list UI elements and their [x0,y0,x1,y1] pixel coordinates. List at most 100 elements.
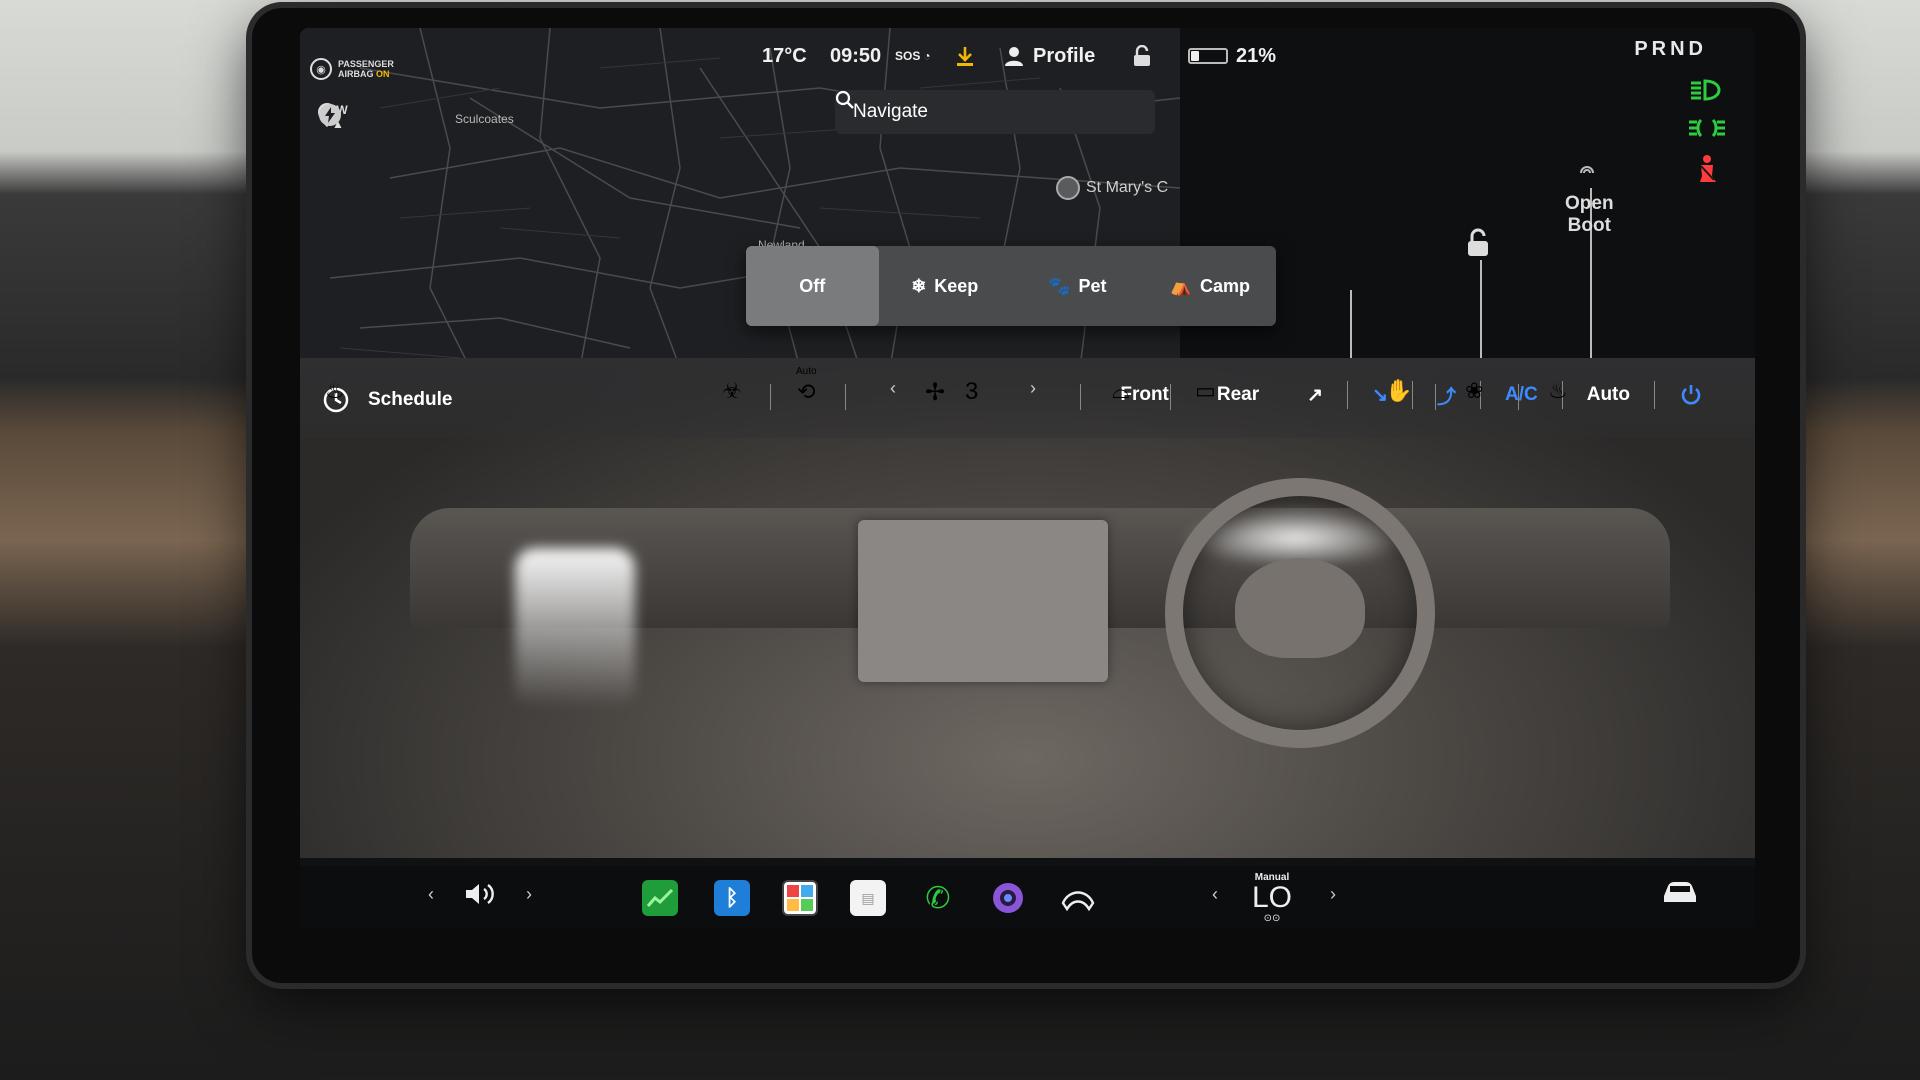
volume-decrease-button[interactable]: ‹ [428,884,434,905]
download-icon[interactable] [955,42,975,70]
mode-keep[interactable]: ❄ Keep [879,246,1012,326]
gear-selector[interactable]: PRND [1634,38,1707,61]
schedule-label: Schedule [368,389,453,410]
separator [845,384,846,410]
passenger-airbag-indicator: ◉ PASSENGER AIRBAG ON [310,58,394,80]
recirculation-button[interactable]: Auto ⟲ [796,366,817,405]
steering-heater-icon: ✋ [1385,378,1413,403]
auto-label: Auto [1586,384,1630,405]
center-display-render [858,520,1108,682]
passenger-temp-decrease-button[interactable]: ‹ [1212,884,1218,905]
signal-icon: ◔ [923,49,931,63]
profile-label: Profile [1033,44,1096,67]
wireless-key-icon [1577,163,1597,188]
wiper-heater-button[interactable]: ❀ [1465,378,1483,404]
camera-icon[interactable] [990,880,1026,916]
mode-camp[interactable]: ⛺ Camp [1144,246,1277,326]
sos-indicator: SOS ◔ [895,42,931,70]
headlights-icon [1691,79,1721,101]
seat-heater-icon: ♨ [1548,378,1568,403]
rear-defrost-icon: ▭ [1195,378,1216,403]
climate-power-button[interactable] [1655,378,1727,412]
recirc-auto-label: Auto [796,366,817,377]
frunk-line [1350,290,1352,360]
keep-climate-icon: ❄ [911,275,927,296]
battery-indicator: 21% [1188,42,1276,70]
toybox-icon[interactable] [782,880,818,916]
steering-heater-button[interactable]: ✋ [1385,378,1412,404]
fan-speed-value: 3 [965,378,979,405]
seat-heater-icon: ♨ [325,378,345,403]
search-icon [835,90,854,109]
climate-panel: Schedule Front Rear ↗ ↘ ⤴ A/C Auto ♨ ☣ A… [300,358,1755,858]
rear-label: Rear [1216,384,1260,405]
steering-wheel-hub [1235,558,1365,658]
person-icon [1005,47,1023,66]
mode-off[interactable]: Off [746,246,879,326]
passenger-airflow[interactable] [515,548,635,708]
energy-app-icon[interactable] [642,880,678,916]
passenger-temp-value: LO [1252,881,1293,914]
passenger-temp-increase-button[interactable]: › [1330,884,1336,905]
volume-icon[interactable] [464,880,500,908]
seat-icon: ⊙⊙ [1263,913,1281,924]
seatbelt-warning-icon [1700,155,1716,182]
battery-icon [1188,48,1228,64]
car-interior-scene: Sculcoates Newland St Mary's C ◉ PASSENG… [0,0,1920,1080]
map-label-st-marys: St Mary's C [1086,179,1169,196]
phone-icon[interactable]: ✆ [920,880,956,916]
climate-keeper-selector: Off ❄ Keep 🐾 Pet ⛺ Camp [746,246,1276,326]
profile-button[interactable]: Profile [1005,42,1095,70]
power-icon [1681,385,1701,405]
wiper-icon[interactable] [1060,880,1096,916]
ac-label: A/C [1505,384,1538,405]
mode-pet[interactable]: 🐾 Pet [1011,246,1144,326]
telltale-indicators [1687,78,1727,184]
airbag-line2: AIRBAG [338,69,374,79]
navigate-search[interactable]: Navigate [835,90,1155,134]
car-icon[interactable] [1660,880,1700,906]
separator [1170,384,1171,410]
airflow-face-icon: ↗ [1307,384,1324,406]
biohazard-icon: ☣ [722,378,742,403]
auto-button[interactable]: Auto [1563,378,1654,412]
open-boot-line1: Open [1565,193,1614,214]
bioweapon-defense-button[interactable]: ☣ [722,378,742,404]
map-poi-st-marys[interactable]: St Mary's C [1056,176,1168,200]
passenger-seat-heater-button[interactable]: ♨ [1548,378,1568,404]
volume-increase-button[interactable]: › [526,884,532,905]
airbag-state: ON [376,69,390,79]
separator [770,384,771,410]
notes-icon[interactable]: ▤ [850,880,886,916]
front-defrost-icon: ⌓ [1112,378,1130,403]
separator [1080,384,1081,410]
airbag-line1: PASSENGER [338,59,394,69]
paw-icon: 🐾 [1048,275,1071,296]
passenger-temperature[interactable]: Manual LO ⊙⊙ [1252,872,1292,924]
clock: 09:50 [830,44,882,67]
open-boot-button[interactable]: Open Boot [1565,193,1614,237]
fan-increase-button[interactable]: › [1030,378,1036,399]
airflow-face-button[interactable]: ↗ [1283,378,1347,412]
fan-decrease-button[interactable]: ‹ [890,378,896,399]
map-label-sculcoates: Sculcoates [455,112,514,126]
frunk-divider [1480,260,1482,360]
unlock-icon[interactable] [1465,228,1491,263]
navigate-placeholder: Navigate [853,101,928,122]
rear-defrost-button[interactable]: ▭ [1195,378,1216,404]
front-defrost-button[interactable]: ⌓ [1112,378,1129,404]
open-boot-line2: Boot [1567,215,1611,236]
separator [1435,384,1436,410]
bluetooth-icon[interactable]: ᛒ [714,880,750,916]
outside-temperature: 17°C [762,44,807,67]
mode-off-label: Off [799,275,826,296]
separator [1518,384,1519,410]
wiper-heater-icon: ❀ [1465,378,1484,403]
front-defrost-tab[interactable]: Front [1096,378,1193,412]
tent-icon: ⛺ [1169,275,1192,296]
school-pin-icon [1056,176,1080,200]
driver-seat-heater-button[interactable]: ♨ [325,378,345,404]
lock-status-icon[interactable] [1132,42,1152,70]
battery-percent: 21% [1236,44,1277,67]
fan-icon: ✢ [925,379,946,406]
